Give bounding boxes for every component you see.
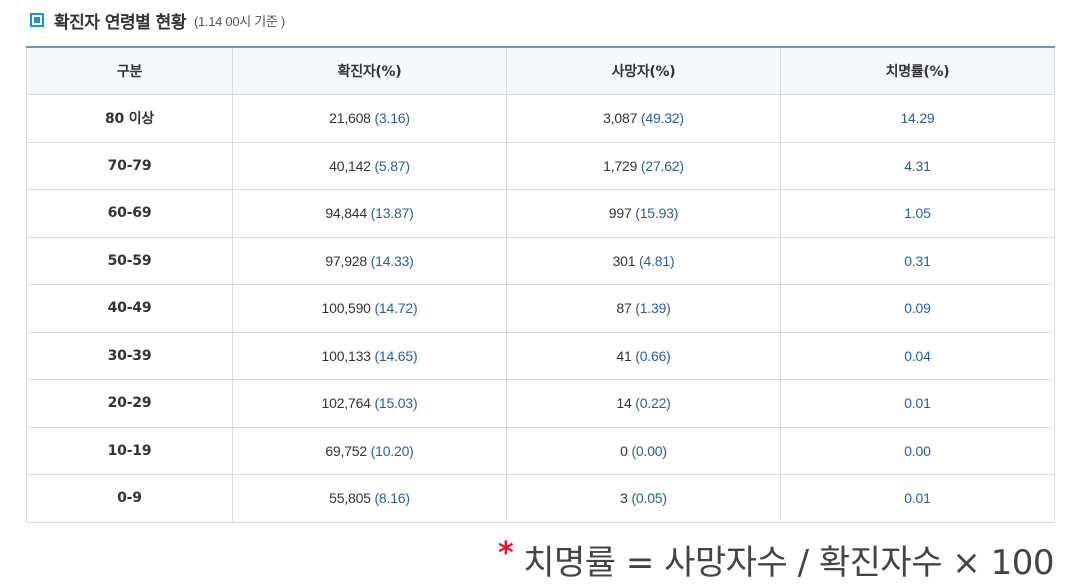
row-deaths-cell: 3 (0.05) (506, 474, 781, 523)
row-confirmed-cell: 102,764 (15.03) (232, 379, 507, 428)
row-category: 80 이상 (26, 94, 233, 143)
row-confirmed-cell: 21,608 (3.16) (232, 94, 507, 143)
section-title-bar: 확진자 연령별 현황 (1.14 00시 기준 ) (30, 6, 285, 34)
table-row: 60-69 94,844 (13.87) 997 (15.93) 1.05 (26, 189, 1055, 238)
row-deaths-count: 301 (612, 252, 636, 269)
row-confirmed-percent: (14.65) (374, 347, 418, 364)
row-confirmed-count: 94,844 (325, 205, 367, 222)
row-deaths-cell: 301 (4.81) (506, 236, 781, 285)
row-category: 30-39 (26, 331, 233, 380)
row-deaths-cell: 41 (0.66) (506, 331, 781, 380)
table-row: 70-79 40,142 (5.87) 1,729 (27.62) 4.31 (26, 141, 1055, 190)
column-header-confirmed: 확진자(%) (232, 47, 507, 95)
row-category: 50-59 (26, 236, 233, 285)
row-deaths-percent: (4.81) (639, 252, 675, 269)
row-deaths-cell: 87 (1.39) (506, 284, 781, 333)
row-deaths-percent: (0.05) (631, 490, 667, 507)
row-confirmed-cell: 100,133 (14.65) (232, 331, 507, 380)
row-deaths-count: 14 (616, 395, 632, 412)
table-row: 0-9 55,805 (8.16) 3 (0.05) 0.01 (26, 474, 1055, 523)
row-fatality-rate: 14.29 (780, 94, 1055, 143)
table-header-row: 구분 확진자(%) 사망자(%) 치명률(%) (26, 47, 1055, 95)
row-confirmed-cell: 97,928 (14.33) (232, 236, 507, 285)
formula-text: 치명률 = 사망자수 / 확진자수 × 100 (523, 542, 1054, 583)
section-subtitle: (1.14 00시 기준 ) (193, 13, 285, 29)
row-deaths-percent: (0.00) (631, 442, 667, 459)
row-fatality-rate: 0.00 (780, 426, 1055, 475)
row-deaths-count: 1,729 (603, 157, 638, 174)
row-deaths-percent: (15.93) (635, 205, 679, 222)
row-deaths-cell: 14 (0.22) (506, 379, 781, 428)
table-row: 80 이상 21,608 (3.16) 3,087 (49.32) 14.29 (26, 94, 1055, 143)
row-confirmed-percent: (3.16) (374, 110, 410, 127)
row-category: 40-49 (26, 284, 233, 333)
row-category: 60-69 (26, 189, 233, 238)
row-confirmed-percent: (13.87) (370, 205, 414, 222)
square-bullet-icon (30, 13, 44, 27)
row-fatality-rate: 0.04 (780, 331, 1055, 380)
row-deaths-percent: (49.32) (640, 110, 684, 127)
table-body: 80 이상 21,608 (3.16) 3,087 (49.32) 14.29 70-7… (26, 94, 1055, 523)
row-confirmed-cell: 94,844 (13.87) (232, 189, 507, 238)
row-confirmed-count: 97,928 (325, 252, 367, 269)
row-fatality-rate: 0.01 (780, 379, 1055, 428)
row-deaths-cell: 997 (15.93) (506, 189, 781, 238)
row-deaths-percent: (0.22) (635, 395, 671, 412)
age-stats-table: 구분 확진자(%) 사망자(%) 치명률(%) 80 이상 21,608 (3.1… (26, 46, 1055, 523)
row-category: 70-79 (26, 141, 233, 190)
row-confirmed-cell: 55,805 (8.16) (232, 474, 507, 523)
row-confirmed-cell: 40,142 (5.87) (232, 141, 507, 190)
row-deaths-percent: (27.62) (640, 157, 684, 174)
table-row: 40-49 100,590 (14.72) 87 (1.39) 0.09 (26, 284, 1055, 333)
row-deaths-count: 997 (608, 205, 632, 222)
row-deaths-cell: 1,729 (27.62) (506, 141, 781, 190)
fatality-formula-footnote: * 치명률 = 사망자수 / 확진자수 × 100 (498, 535, 1054, 583)
row-confirmed-percent: (10.20) (370, 442, 414, 459)
row-category: 10-19 (26, 426, 233, 475)
column-header-category: 구분 (26, 47, 233, 95)
row-confirmed-count: 21,608 (329, 110, 371, 127)
row-deaths-count: 3 (620, 490, 628, 507)
row-fatality-rate: 0.09 (780, 284, 1055, 333)
row-fatality-rate: 0.31 (780, 236, 1055, 285)
row-confirmed-cell: 69,752 (10.20) (232, 426, 507, 475)
column-header-deaths: 사망자(%) (506, 47, 781, 95)
row-deaths-count: 3,087 (603, 110, 638, 127)
row-category: 20-29 (26, 379, 233, 428)
row-deaths-cell: 0 (0.00) (506, 426, 781, 475)
row-deaths-percent: (1.39) (635, 300, 671, 317)
row-fatality-rate: 0.01 (780, 474, 1055, 523)
row-confirmed-count: 100,590 (321, 300, 371, 317)
row-confirmed-count: 100,133 (321, 347, 371, 364)
column-header-fatality: 치명률(%) (780, 47, 1055, 95)
row-deaths-count: 87 (616, 300, 632, 317)
section-title: 확진자 연령별 현황 (54, 12, 186, 33)
row-confirmed-percent: (15.03) (374, 395, 418, 412)
row-confirmed-percent: (5.87) (374, 157, 410, 174)
row-deaths-count: 41 (616, 347, 632, 364)
row-deaths-percent: (0.66) (635, 347, 671, 364)
row-deaths-cell: 3,087 (49.32) (506, 94, 781, 143)
table-row: 50-59 97,928 (14.33) 301 (4.81) 0.31 (26, 236, 1055, 285)
row-category: 0-9 (26, 474, 233, 523)
table-row: 30-39 100,133 (14.65) 41 (0.66) 0.04 (26, 331, 1055, 380)
row-confirmed-count: 55,805 (329, 490, 371, 507)
table-row: 20-29 102,764 (15.03) 14 (0.22) 0.01 (26, 379, 1055, 428)
age-stats-table-wrapper: 구분 확진자(%) 사망자(%) 치명률(%) 80 이상 21,608 (3.1… (26, 46, 1055, 523)
row-confirmed-percent: (14.33) (370, 252, 414, 269)
asterisk-marker: * (498, 535, 514, 571)
table-row: 10-19 69,752 (10.20) 0 (0.00) 0.00 (26, 426, 1055, 475)
row-fatality-rate: 4.31 (780, 141, 1055, 190)
row-confirmed-cell: 100,590 (14.72) (232, 284, 507, 333)
row-confirmed-count: 69,752 (325, 442, 367, 459)
row-confirmed-count: 102,764 (321, 395, 371, 412)
row-confirmed-percent: (14.72) (374, 300, 418, 317)
row-fatality-rate: 1.05 (780, 189, 1055, 238)
row-confirmed-percent: (8.16) (374, 490, 410, 507)
row-deaths-count: 0 (620, 442, 628, 459)
row-confirmed-count: 40,142 (329, 157, 371, 174)
